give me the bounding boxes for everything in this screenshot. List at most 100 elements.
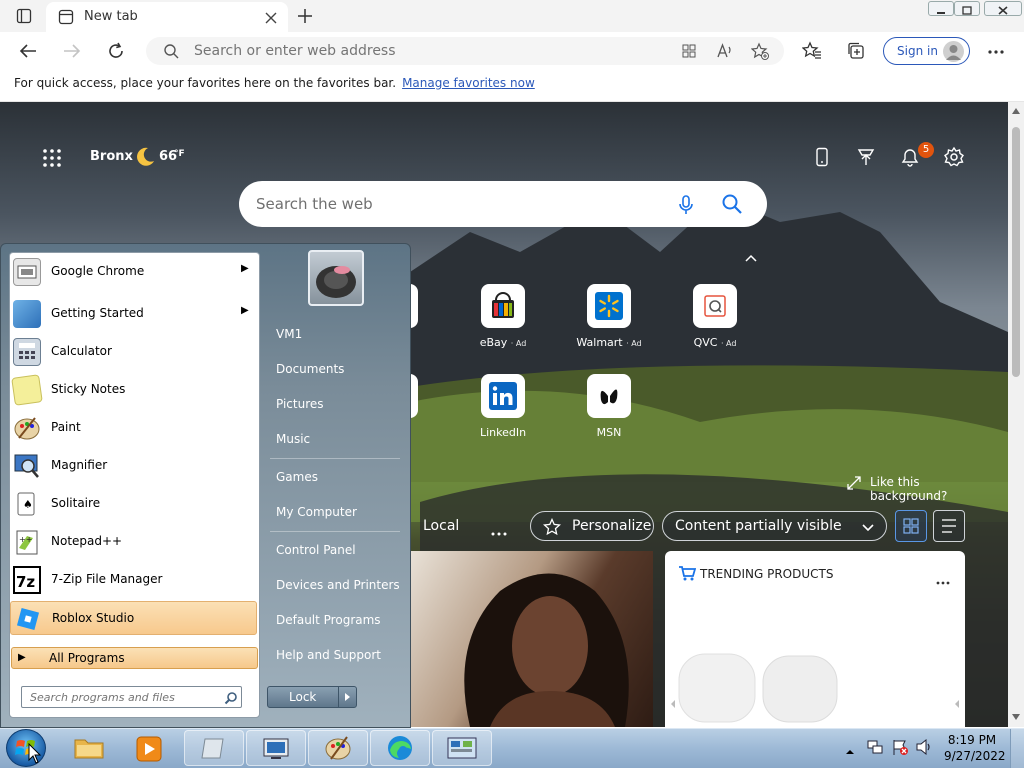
taskbar-paint[interactable] [308, 730, 368, 766]
scroll-down-icon[interactable] [1012, 714, 1020, 720]
program-roblox-studio[interactable]: Roblox Studio [10, 601, 257, 635]
collapse-chevron-icon[interactable] [744, 248, 758, 262]
personalize-button[interactable]: Personalize [530, 511, 654, 541]
start-search-box[interactable] [21, 686, 242, 708]
program-7zip[interactable]: 7z 7-Zip File Manager [10, 563, 257, 597]
program-label: Magnifier [51, 458, 108, 472]
show-desktop-button[interactable] [1010, 729, 1024, 768]
list-layout-button[interactable] [933, 510, 965, 542]
clock-time: 8:19 PM [947, 733, 997, 747]
action-center-flag-icon[interactable] [891, 738, 909, 756]
taskbar-edge[interactable] [370, 730, 430, 766]
page-scrollbar[interactable] [1008, 102, 1024, 727]
personalize-label: Personalize [572, 518, 652, 534]
folder-icon [74, 739, 104, 759]
feed-more-icon[interactable] [490, 523, 508, 536]
card-more-icon[interactable] [935, 571, 951, 585]
news-card-image[interactable] [410, 551, 653, 727]
search-submit-icon[interactable] [721, 193, 743, 215]
start-right-devices-and-printers[interactable]: Devices and Printers [276, 578, 400, 592]
start-right-games[interactable]: Games [276, 470, 318, 484]
taskbar-remote-desktop[interactable] [246, 730, 306, 766]
program-label: Calculator [51, 344, 112, 358]
page-settings-icon[interactable] [943, 146, 965, 168]
quick-link-qvc[interactable] [693, 284, 737, 328]
quick-link-msn[interactable] [587, 374, 631, 418]
start-right-control-panel[interactable]: Control Panel [276, 543, 356, 557]
sign-in-button[interactable]: Sign in [883, 37, 970, 65]
tab-new-tab[interactable]: New tab [46, 2, 288, 32]
scrollbar-thumb[interactable] [1012, 127, 1020, 377]
program-paint[interactable]: Paint [10, 411, 257, 445]
apps-available-icon[interactable] [681, 43, 697, 59]
shutdown-options-arrow-icon[interactable] [338, 687, 356, 707]
taskbar-clock[interactable]: 8:19 PM 9/27/2022 [944, 733, 1006, 765]
scroll-up-icon[interactable] [1012, 108, 1020, 114]
taskbar-media-player[interactable] [120, 730, 180, 766]
start-right-vm1[interactable]: VM1 [276, 327, 302, 341]
start-right-music[interactable]: Music [276, 432, 310, 446]
expand-icon [846, 475, 862, 491]
back-icon[interactable] [18, 42, 38, 60]
quick-link-ebay[interactable] [481, 284, 525, 328]
quick-link-linkedin[interactable] [481, 374, 525, 418]
program-solitaire[interactable]: ♠ Solitaire [10, 487, 257, 521]
new-tab-icon[interactable] [296, 7, 314, 25]
program-google-chrome[interactable]: Google Chrome ▶ [10, 255, 257, 289]
start-right-help-and-support[interactable]: Help and Support [276, 648, 381, 662]
moon-icon [134, 146, 156, 168]
restore-button[interactable] [954, 1, 980, 16]
weather-widget[interactable]: Bronx 66 °F [90, 146, 200, 170]
tab-close-icon[interactable] [264, 10, 278, 24]
content-visibility-dropdown[interactable]: Content partially visible [662, 511, 887, 541]
volume-tray-icon[interactable] [915, 738, 933, 756]
taskbar-control-panel[interactable] [432, 730, 492, 766]
show-hidden-icons-arrow[interactable] [845, 742, 855, 754]
svg-text:♠: ♠ [23, 498, 33, 511]
taskbar-app-window[interactable] [184, 730, 244, 766]
program-magnifier[interactable]: Magnifier [10, 449, 257, 483]
all-programs-button[interactable]: ▶ All Programs [11, 647, 258, 669]
start-right-my-computer[interactable]: My Computer [276, 505, 357, 519]
rewards-icon[interactable] [856, 147, 876, 167]
minimize-button[interactable] [928, 1, 954, 16]
add-favorite-icon[interactable] [750, 42, 769, 60]
tab-actions-icon[interactable] [16, 8, 32, 24]
getting-started-icon [13, 300, 41, 328]
taskbar-file-explorer[interactable] [59, 730, 119, 766]
avatar [943, 41, 964, 62]
manage-favorites-link[interactable]: Manage favorites now [402, 76, 535, 90]
lock-button[interactable]: Lock [267, 686, 357, 708]
program-calculator[interactable]: Calculator [10, 335, 257, 369]
start-search-input[interactable] [28, 690, 218, 705]
microphone-icon[interactable] [677, 194, 695, 216]
collections-icon[interactable] [846, 41, 866, 61]
trending-products-card[interactable]: TRENDING PRODUCTS [665, 551, 965, 727]
forward-icon[interactable] [62, 42, 82, 60]
grid-layout-button[interactable] [895, 510, 927, 542]
refresh-icon[interactable] [106, 41, 126, 61]
program-sticky-notes[interactable]: Sticky Notes [10, 373, 257, 407]
personalize-icon [542, 517, 562, 536]
program-getting-started[interactable]: Getting Started ▶ [10, 297, 257, 331]
settings-and-more-icon[interactable] [986, 44, 1006, 58]
user-picture[interactable] [308, 250, 364, 306]
quick-link-walmart[interactable] [587, 284, 631, 328]
favorites-icon[interactable] [801, 41, 822, 61]
close-window-button[interactable] [984, 1, 1022, 16]
like-background-link[interactable]: Like this background? [846, 474, 996, 503]
control-panel-icon [447, 737, 477, 759]
network-tray-icon[interactable] [866, 738, 884, 756]
address-bar[interactable] [146, 37, 784, 65]
start-right-pictures[interactable]: Pictures [276, 397, 324, 411]
app-launcher-icon[interactable] [42, 148, 62, 168]
read-aloud-icon[interactable] [716, 42, 734, 60]
program-notepad-plus-plus[interactable]: ++ Notepad++ [10, 525, 257, 559]
address-input[interactable] [192, 42, 672, 60]
feed-tab-local[interactable]: Local [423, 518, 459, 534]
start-right-default-programs[interactable]: Default Programs [276, 613, 381, 627]
start-right-documents[interactable]: Documents [276, 362, 344, 376]
web-search-box[interactable]: Search the web [239, 181, 767, 227]
mobile-icon[interactable] [814, 147, 830, 167]
solitaire-cards-icon: ♠ [13, 490, 41, 518]
